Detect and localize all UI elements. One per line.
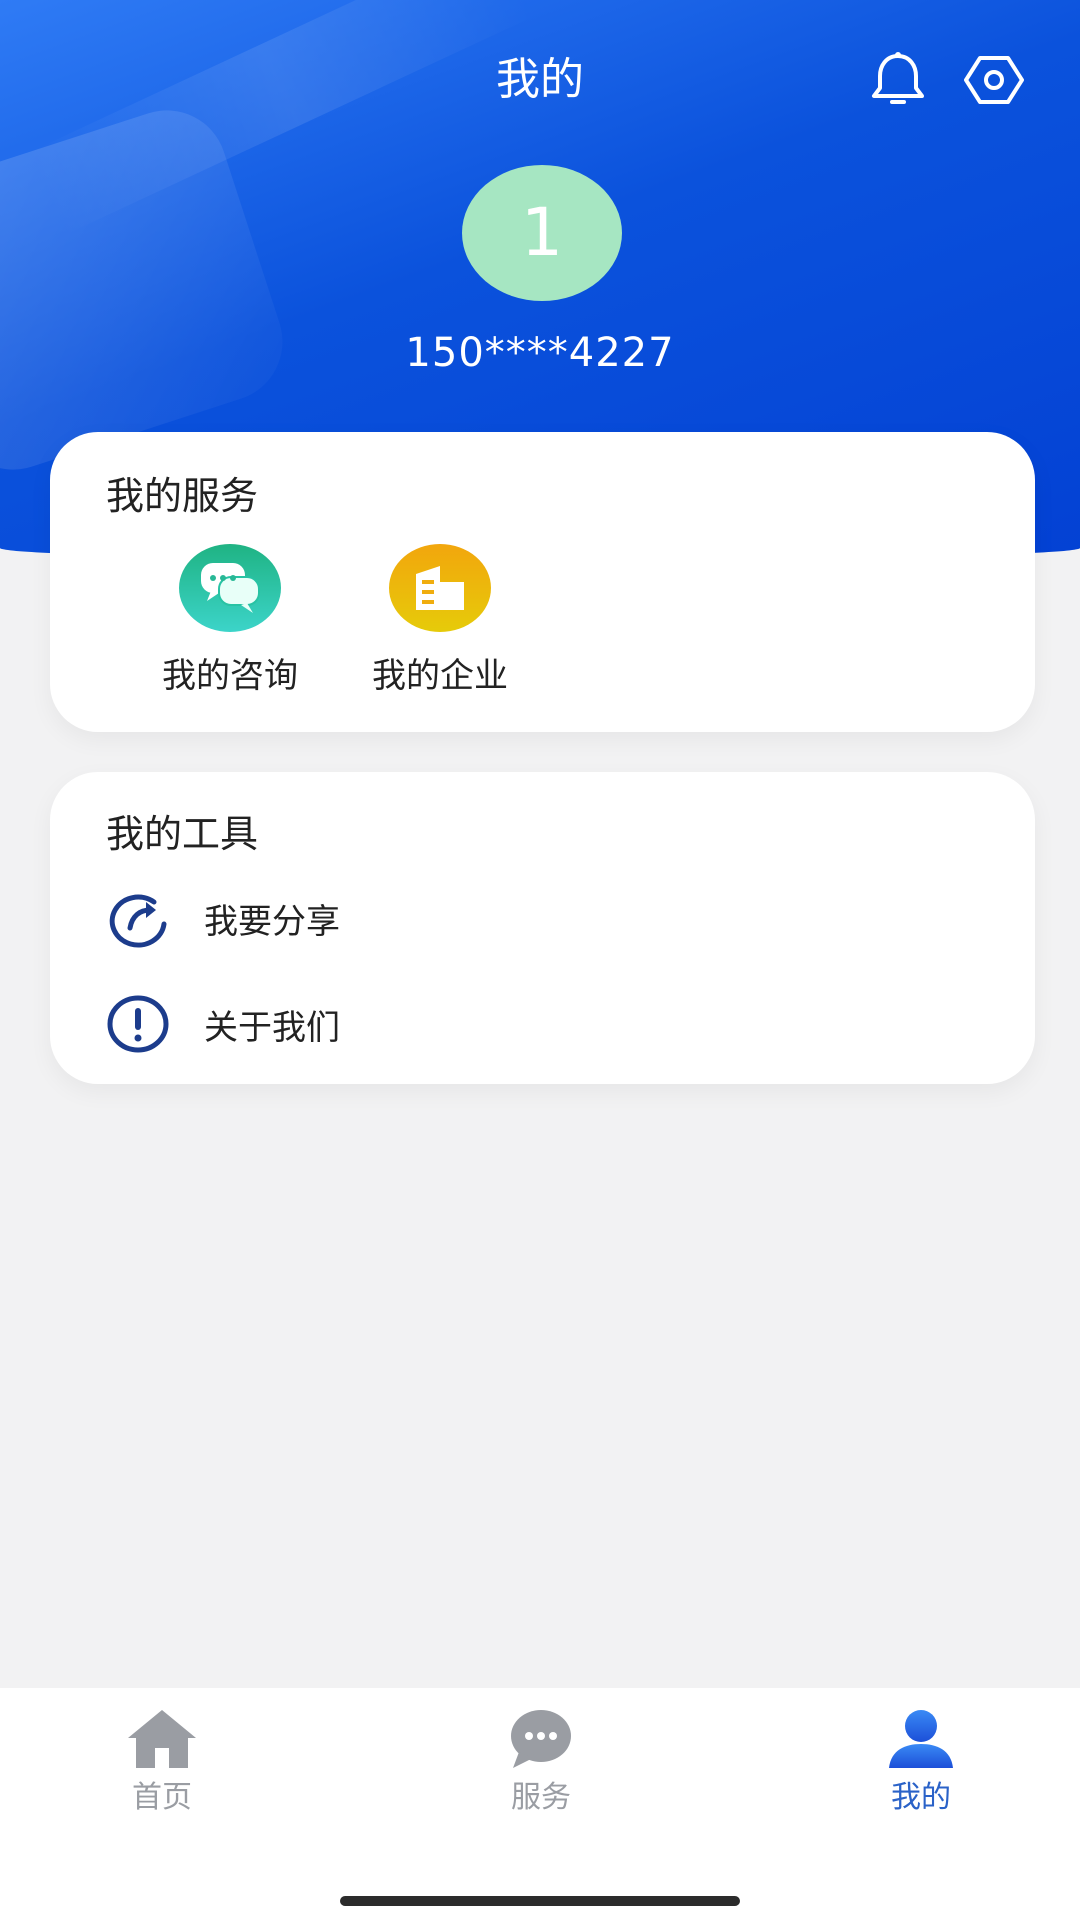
tab-label: 首页 xyxy=(132,1780,192,1815)
home-indicator[interactable] xyxy=(340,1896,740,1906)
services-card: 我的服务 我的咨询 我的企业 xyxy=(50,432,1035,732)
service-my-consultation[interactable]: 我的咨询 xyxy=(140,544,320,700)
service-label: 我的企业 xyxy=(372,656,508,696)
phone-number: 150****4227 xyxy=(405,330,675,376)
tool-about-us[interactable]: 关于我们 xyxy=(106,994,340,1054)
avatar[interactable]: 1 xyxy=(462,165,622,301)
gear-icon[interactable] xyxy=(962,48,1026,112)
decorative-light xyxy=(25,0,535,236)
building-icon xyxy=(389,544,491,632)
info-exclamation-icon xyxy=(107,995,169,1053)
service-label: 我的咨询 xyxy=(162,656,298,696)
tools-card: 我的工具 我要分享 关于我们 xyxy=(50,772,1035,1084)
tools-title: 我的工具 xyxy=(106,812,259,856)
services-title: 我的服务 xyxy=(106,474,259,518)
tab-home[interactable]: 首页 xyxy=(62,1708,262,1818)
user-icon xyxy=(889,1710,953,1768)
chat-bubbles-icon xyxy=(179,544,281,632)
tab-mine[interactable]: 我的 xyxy=(821,1708,1021,1818)
tool-label: 我要分享 xyxy=(204,901,340,942)
service-my-enterprise[interactable]: 我的企业 xyxy=(350,544,530,700)
tab-label: 服务 xyxy=(511,1780,571,1815)
share-refresh-icon xyxy=(109,894,167,948)
tool-label: 关于我们 xyxy=(204,1007,340,1048)
tab-service[interactable]: 服务 xyxy=(441,1708,641,1818)
tab-label: 我的 xyxy=(891,1780,951,1815)
bottom-tab-bar: 首页 服务 我的 xyxy=(0,1688,1080,1920)
tool-share[interactable]: 我要分享 xyxy=(106,888,340,948)
chat-icon xyxy=(511,1710,571,1768)
home-icon xyxy=(128,1710,196,1768)
bell-icon[interactable] xyxy=(866,48,930,112)
